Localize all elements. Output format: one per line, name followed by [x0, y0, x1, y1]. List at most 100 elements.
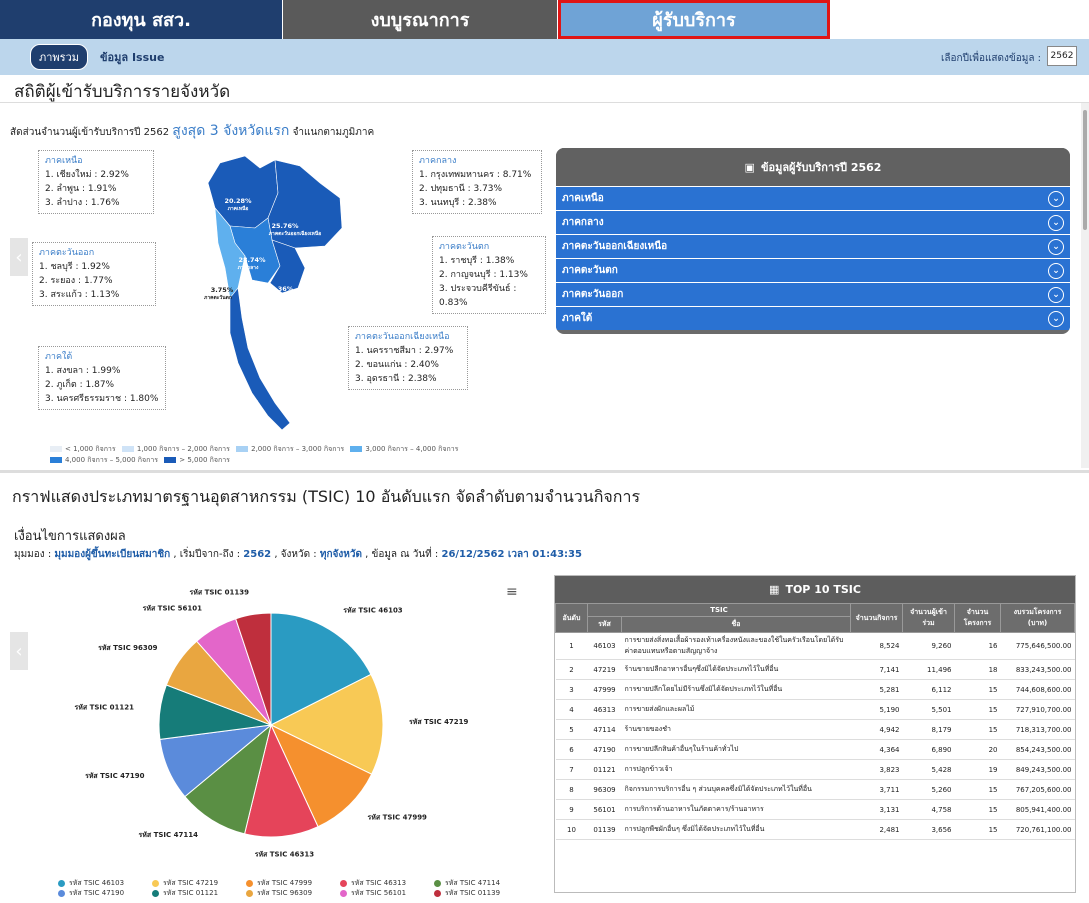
table-row[interactable]: 7 01121 การปลูกข้าวเจ้า 3,823 5,428 19 849,243… [555, 759, 1075, 780]
cell-proj: 15 [954, 719, 1001, 740]
table-row[interactable]: 10 01139 การปลูกพืชผักอื่นๆ ซึ่งมิได้จัดปร… [555, 819, 1075, 840]
year-select[interactable]: 2562 [1047, 46, 1077, 66]
cell-code: 47999 [587, 679, 622, 700]
cell-part: 5,501 [902, 699, 955, 720]
cell-name: การขายปลีกสินค้าอื่นๆในร้านค้าทั่วไป [621, 739, 851, 760]
table-row[interactable]: 8 96309 กิจกรรมการบริการอื่น ๆ ส่วนบุคคลซึ… [555, 779, 1075, 800]
panel-row-north[interactable]: ภาคเหนือ ⌄ [556, 186, 1070, 210]
issue-link[interactable]: ข้อมูล Issue [100, 48, 164, 66]
cell-firms: 3,711 [850, 779, 903, 800]
prev-chart-arrow[interactable]: ‹ [10, 632, 28, 670]
cell-part: 3,656 [902, 819, 955, 840]
map-subtitle: สัดส่วนจำนวนผู้เข้ารับบริการปี 2562 สูงส… [10, 120, 374, 142]
panel-row-south[interactable]: ภาคใต้ ⌄ [556, 306, 1070, 330]
cell-part: 11,496 [902, 659, 955, 680]
chevron-down-icon[interactable]: ⌄ [1048, 190, 1064, 207]
overview-pill-button[interactable]: ภาพรวม [30, 44, 89, 70]
panel-row-west[interactable]: ภาคตะวันตก ⌄ [556, 258, 1070, 282]
region-line: 3. นครศรีธรรมราช : 1.80% [45, 394, 159, 404]
cell-rank: 4 [555, 699, 588, 720]
pie-legend-item[interactable]: รหัส TSIC 56101 [340, 888, 434, 898]
pie-legend-label: รหัส TSIC 46313 [351, 879, 407, 887]
cell-rank: 2 [555, 659, 588, 680]
region-title: ภาคใต้ [45, 352, 73, 362]
chevron-down-icon[interactable]: ⌄ [1048, 310, 1064, 327]
table-title: TOP 10 TSIC [785, 583, 861, 596]
region-box-south: ภาคใต้ 1. สงขลา : 1.99% 2. ภูเก็ต : 1.87… [38, 346, 166, 410]
cell-firms: 3,823 [850, 759, 903, 780]
legend-swatch [50, 457, 62, 463]
col-code[interactable]: รหัส [587, 616, 622, 633]
cell-rank: 5 [555, 719, 588, 740]
pie-legend-item[interactable]: รหัส TSIC 46313 [340, 878, 434, 888]
chevron-down-icon[interactable]: ⌄ [1048, 238, 1064, 255]
legend-swatch [236, 446, 249, 452]
pie-legend-item[interactable]: รหัส TSIC 47114 [434, 878, 528, 888]
table-row[interactable]: 4 46313 การขายส่งผักและผลไม้ 5,190 5,501 15 72… [555, 699, 1075, 720]
col-firms[interactable]: จำนวนกิจการ [850, 603, 903, 633]
col-projects[interactable]: จำนวนโครงการ [954, 603, 1001, 633]
table-row[interactable]: 3 47999 การขายปลีกโดยไม่มีร้านซึ่งมิได้จัด… [555, 679, 1075, 700]
section-divider [0, 470, 1089, 473]
region-line: 2. กาญจนบุรี : 1.13% [439, 270, 528, 280]
cell-name: การขายปลีกโดยไม่มีร้านซึ่งมิได้จัดประเภท… [621, 679, 851, 700]
chevron-down-icon[interactable]: ⌄ [1048, 262, 1064, 279]
panel-row-northeast[interactable]: ภาคตะวันออกเฉียงเหนือ ⌄ [556, 234, 1070, 258]
legend-item: 3,000 กิจการ – 4,000 กิจการ [346, 445, 458, 453]
legend-dot [340, 889, 347, 897]
map-label-name: ภาคกลาง [238, 265, 259, 271]
scrollbar-thumb[interactable] [1083, 110, 1087, 230]
legend-swatch [164, 457, 177, 463]
pie-data-label: รหัส TSIC 01139 [190, 589, 250, 597]
cell-firms: 4,942 [850, 719, 903, 740]
legend-dot [152, 889, 159, 897]
pie-legend-item[interactable]: รหัส TSIC 47190 [58, 888, 152, 898]
range-prefix: , เริ่มปีจาก-ถึง : [173, 549, 241, 560]
tab-smefund[interactable]: กองทุน สสว. [0, 0, 283, 39]
cell-rank: 7 [555, 759, 588, 780]
col-budget[interactable]: งบรวมโครงการ (บาท) [1000, 603, 1075, 633]
table-row[interactable]: 5 47114 ร้านขายของชำ 4,942 8,179 15 718,313,70… [555, 719, 1075, 740]
pie-legend-item[interactable]: รหัส TSIC 47999 [246, 878, 340, 888]
chevron-down-icon[interactable]: ⌄ [1048, 286, 1064, 303]
panel-row-east[interactable]: ภาคตะวันออก ⌄ [556, 282, 1070, 306]
cell-rank: 6 [555, 739, 588, 760]
table-row[interactable]: 2 47219 ร้านขายปลีกอาหารอื่นๆซึ่งมิได้จัดป… [555, 659, 1075, 680]
view-value: มุมมองผู้ขึ้นทะเบียนสมาชิก [54, 549, 171, 560]
pie-legend-item[interactable]: รหัส TSIC 01121 [152, 888, 246, 898]
col-rank[interactable]: อันดับ [555, 603, 588, 633]
table-row[interactable]: 6 47190 การขายปลีกสินค้าอื่นๆในร้านค้าทั่ว… [555, 739, 1075, 760]
region-box-north: ภาคเหนือ 1. เชียงใหม่ : 2.92% 2. ลำพูน :… [38, 150, 154, 214]
legend-label: 4,000 กิจการ – 5,000 กิจการ [65, 456, 159, 464]
panel-row-central[interactable]: ภาคกลาง ⌄ [556, 210, 1070, 234]
region-line: 1. ราชบุรี : 1.38% [439, 256, 515, 266]
col-name[interactable]: ชื่อ [621, 616, 851, 633]
pie-legend-item[interactable]: รหัส TSIC 96309 [246, 888, 340, 898]
pie-legend-item[interactable]: รหัส TSIC 47219 [152, 878, 246, 888]
chevron-down-icon[interactable]: ⌄ [1048, 214, 1064, 231]
service-info-panel: ▣ ข้อมูลผู้รับบริการปี 2562 ภาคเหนือ ⌄ ภา… [556, 148, 1070, 334]
date-prefix: , ข้อมูล ณ วันที่ : [365, 549, 439, 560]
pie-legend-item[interactable]: รหัส TSIC 46103 [58, 878, 152, 888]
table-row[interactable]: 9 56101 การบริการด้านอาหารในภัตตาคาร/ร้านอ… [555, 799, 1075, 820]
panel-row-label: ภาคตะวันตก [562, 265, 618, 276]
province-prefix: , จังหวัด : [274, 549, 317, 560]
cell-rank: 8 [555, 779, 588, 800]
cell-budget: 805,941,400.00 [1000, 799, 1075, 820]
subtitle-pre: สัดส่วนจำนวนผู้เข้ารับบริการปี 2562 [10, 127, 170, 138]
prev-slide-arrow[interactable]: ‹ [10, 238, 28, 276]
map-label-name: ภาคตะวันออก [271, 293, 302, 300]
pie-data-label: รหัส TSIC 47114 [139, 831, 199, 839]
date-value: 26/12/2562 เวลา 01:43:35 [441, 549, 582, 560]
tab-integrated-budget[interactable]: งบบูรณาการ [283, 0, 558, 39]
table-row[interactable]: 1 46103 การขายส่งสิ่งทอเสื้อผ้ารองเท้าเครื… [555, 632, 1075, 660]
pie-legend-item[interactable]: รหัส TSIC 01139 [434, 888, 528, 898]
tab-service-recipients[interactable]: ผู้รับบริการ [558, 0, 830, 39]
cell-firms: 8,524 [850, 632, 903, 660]
top-nav-spacer [830, 0, 1089, 39]
cell-budget: 744,608,600.00 [1000, 679, 1075, 700]
cell-code: 47219 [587, 659, 622, 680]
legend-dot [58, 879, 65, 887]
cell-name: ร้านขายปลีกอาหารอื่นๆซึ่งมิได้จัดประเภทไ… [621, 659, 851, 680]
col-participants[interactable]: จำนวนผู้เข้าร่วม [902, 603, 955, 633]
